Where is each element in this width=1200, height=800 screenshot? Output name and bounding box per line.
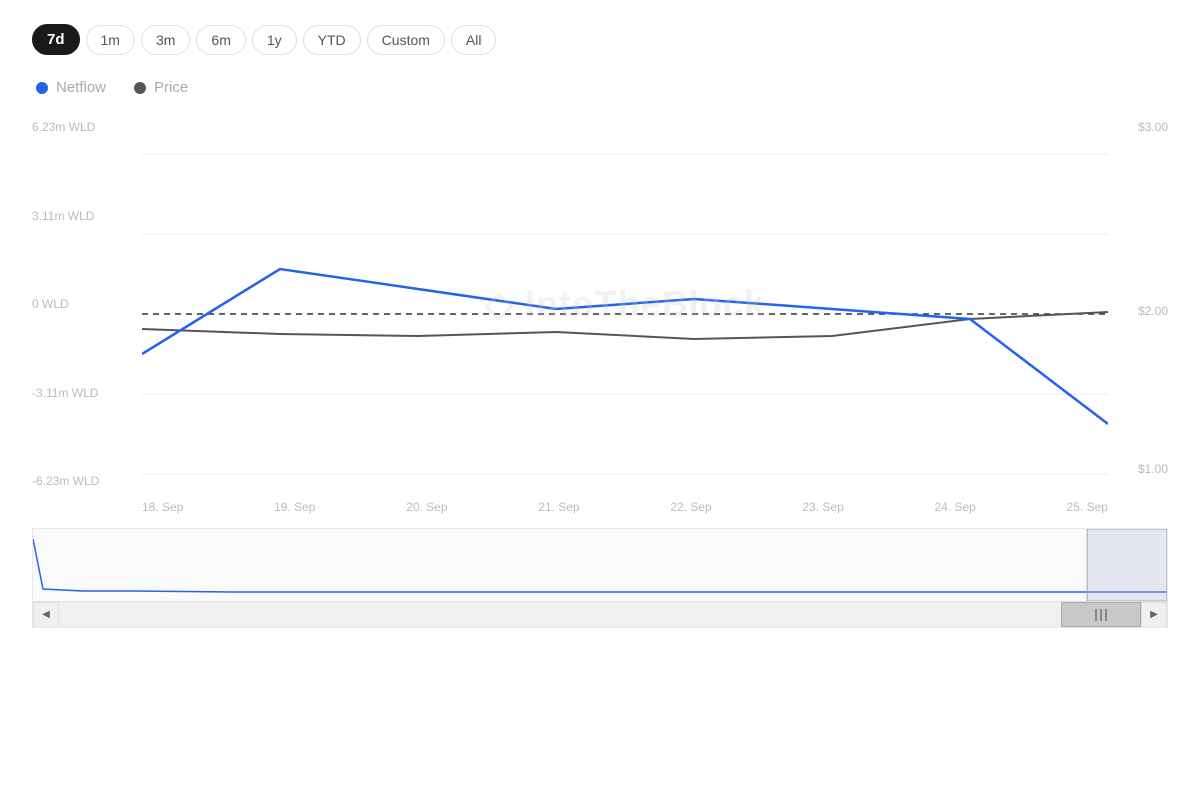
time-btn-6m[interactable]: 6m	[196, 25, 245, 55]
nav-track	[59, 602, 1141, 627]
y-left-label: 6.23m WLD	[32, 120, 142, 134]
legend-label-price: Price	[154, 79, 188, 96]
y-left-label: -6.23m WLD	[32, 474, 142, 488]
x-label: 22. Sep	[670, 500, 711, 514]
x-label: 23. Sep	[802, 500, 843, 514]
x-label: 25. Sep	[1067, 500, 1108, 514]
nav-left-arrow[interactable]: ◀	[33, 602, 59, 628]
mini-chart-wrapper: Jan '24 Jul '24 ◀ ▶	[32, 528, 1168, 628]
x-label: 18. Sep	[142, 500, 183, 514]
time-btn-1y[interactable]: 1y	[252, 25, 297, 55]
y-axis-right: $3.00 $2.00 $1.00	[1108, 114, 1168, 494]
x-label: 19. Sep	[274, 500, 315, 514]
time-btn-1m[interactable]: 1m	[86, 25, 135, 55]
x-label: 21. Sep	[538, 500, 579, 514]
x-axis: 18. Sep 19. Sep 20. Sep 21. Sep 22. Sep 23. S…	[142, 500, 1108, 514]
y-left-label: -3.11m WLD	[32, 386, 142, 400]
y-right-label: $3.00	[1138, 120, 1168, 134]
legend-item-netflow: Netflow	[36, 79, 106, 96]
nav-grip-line-2	[1100, 609, 1102, 621]
legend-item-price: Price	[134, 79, 188, 96]
chart-legend: Netflow Price	[36, 79, 1168, 96]
nav-right-arrow[interactable]: ▶	[1141, 602, 1167, 628]
time-btn-custom[interactable]: Custom	[367, 25, 445, 55]
main-chart: 6.23m WLD 3.11m WLD 0 WLD -3.11m WLD -6.23m …	[32, 114, 1168, 494]
nav-handle[interactable]	[1061, 602, 1141, 627]
chart-wrapper: 6.23m WLD 3.11m WLD 0 WLD -3.11m WLD -6.23m …	[32, 114, 1168, 628]
main-container: 7d1m3m6m1yYTDCustomAll Netflow Price 6.23…	[0, 0, 1200, 628]
y-right-label: $2.00	[1138, 304, 1168, 318]
y-left-label: 0 WLD	[32, 297, 142, 311]
time-range-buttons: 7d1m3m6m1yYTDCustomAll	[32, 24, 1168, 55]
time-btn-ytd[interactable]: YTD	[303, 25, 361, 55]
y-right-label: $1.00	[1138, 462, 1168, 476]
navigator-bar: ◀ ▶	[33, 601, 1167, 627]
nav-handle-grip	[1095, 609, 1107, 621]
chart-svg-container: ◇ IntoTheBlock	[142, 114, 1108, 494]
nav-grip-line-3	[1105, 609, 1107, 621]
y-axis-left: 6.23m WLD 3.11m WLD 0 WLD -3.11m WLD -6.23m …	[32, 114, 142, 494]
x-label: 20. Sep	[406, 500, 447, 514]
x-label: 24. Sep	[934, 500, 975, 514]
mini-chart-inner	[33, 529, 1167, 601]
legend-label-netflow: Netflow	[56, 79, 106, 96]
time-btn-7d[interactable]: 7d	[32, 24, 80, 55]
nav-grip-line-1	[1095, 609, 1097, 621]
y-left-label: 3.11m WLD	[32, 209, 142, 223]
legend-dot-price	[134, 82, 146, 94]
time-btn-3m[interactable]: 3m	[141, 25, 190, 55]
time-btn-all[interactable]: All	[451, 25, 497, 55]
legend-dot-netflow	[36, 82, 48, 94]
